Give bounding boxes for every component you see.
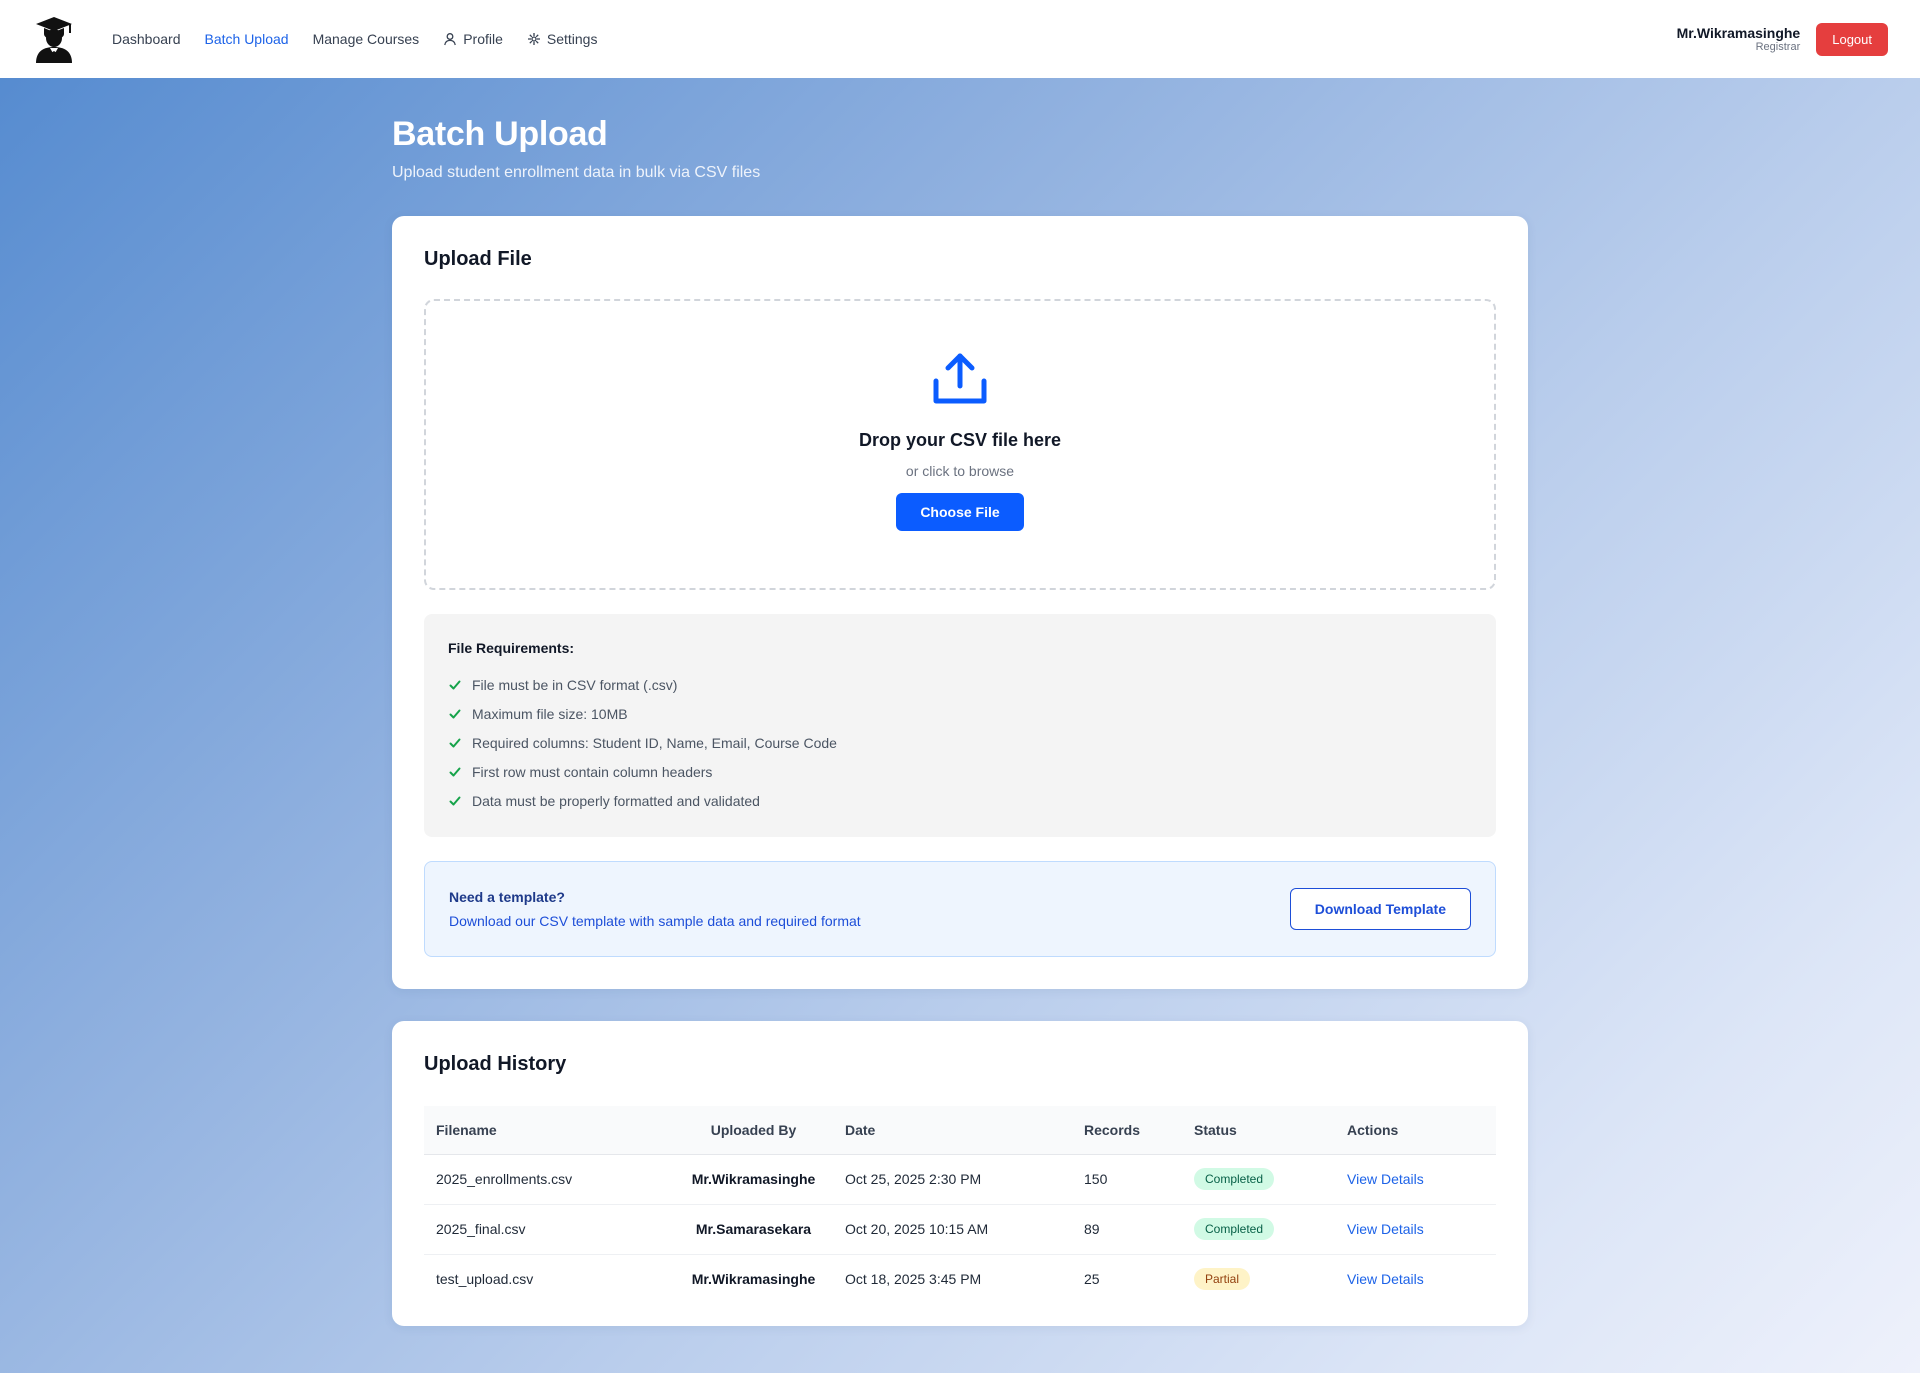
requirement-item: File must be in CSV format (.csv)	[448, 670, 1472, 699]
cell-filename: 2025_final.csv	[424, 1204, 674, 1255]
table-row: 2025_final.csv Mr.Samarasekara Oct 20, 2…	[424, 1204, 1496, 1255]
col-records: Records	[1072, 1106, 1182, 1155]
view-details-link[interactable]: View Details	[1347, 1271, 1424, 1287]
view-details-link[interactable]: View Details	[1347, 1171, 1424, 1187]
col-actions: Actions	[1335, 1106, 1496, 1155]
page-subtitle: Upload student enrollment data in bulk v…	[392, 164, 761, 181]
check-icon	[449, 680, 461, 689]
nav-dashboard-label: Dashboard	[112, 31, 181, 47]
cell-actions: View Details	[1335, 1254, 1496, 1304]
upload-history-table: Filename Uploaded By Date Records Status…	[424, 1106, 1496, 1304]
cell-uploaded-by: Mr.Samarasekara	[674, 1204, 833, 1255]
requirement-text: File must be in CSV format (.csv)	[472, 676, 678, 693]
cell-status: Completed	[1182, 1154, 1335, 1205]
cell-records: 89	[1072, 1204, 1182, 1255]
template-description: Download our CSV template with sample da…	[449, 913, 861, 929]
cell-actions: View Details	[1335, 1204, 1496, 1255]
upload-icon	[931, 351, 989, 414]
col-date: Date	[833, 1106, 1072, 1155]
table-row: 2025_enrollments.csv Mr.Wikramasinghe Oc…	[424, 1154, 1496, 1205]
requirement-text: Maximum file size: 10MB	[472, 705, 628, 722]
page-content: Batch Upload Upload student enrollment d…	[392, 78, 1528, 1326]
table-row: test_upload.csv Mr.Wikramasinghe Oct 18,…	[424, 1254, 1496, 1304]
col-status: Status	[1182, 1106, 1335, 1155]
cell-date: Oct 25, 2025 2:30 PM	[833, 1154, 1072, 1205]
page-title: Batch Upload	[392, 115, 608, 153]
col-uploaded-by: Uploaded By	[674, 1106, 833, 1155]
status-badge: Completed	[1194, 1218, 1275, 1240]
requirement-text: Data must be properly formatted and vali…	[472, 792, 760, 809]
cell-uploaded-by: Mr.Wikramasinghe	[674, 1154, 833, 1205]
nav-settings-label: Settings	[546, 31, 598, 47]
requirement-item: Maximum file size: 10MB	[448, 699, 1472, 728]
cell-records: 25	[1084, 1271, 1100, 1288]
cell-date: Oct 20, 2025 10:15 AM	[833, 1204, 1072, 1255]
cell-status: Partial	[1182, 1254, 1335, 1304]
user-name: Mr.Wikramasinghe	[1676, 24, 1801, 41]
main-nav: Dashboard Batch Upload Manage Courses Pr…	[112, 31, 621, 47]
cell-uploaded-by: Mr.Wikramasinghe	[691, 1271, 816, 1288]
upload-card: Upload File Drop your CSV file here or c…	[392, 216, 1528, 989]
drop-subtitle: or click to browse	[905, 463, 1015, 479]
table-header-row: Filename Uploaded By Date Records Status…	[424, 1106, 1496, 1155]
template-text: Need a template? Download our CSV templa…	[449, 889, 861, 929]
nav-manage-courses-label: Manage Courses	[312, 31, 420, 47]
gear-icon	[527, 32, 541, 46]
requirement-item: Data must be properly formatted and vali…	[448, 786, 1472, 815]
template-callout: Need a template? Download our CSV templa…	[424, 861, 1496, 957]
col-filename: Filename	[424, 1106, 674, 1155]
nav-profile[interactable]: Profile	[443, 31, 503, 47]
upload-card-title: Upload File	[424, 248, 532, 270]
file-dropzone[interactable]: Drop your CSV file here or click to brow…	[424, 299, 1496, 590]
history-title: Upload History	[424, 1053, 567, 1075]
cell-records: 150	[1072, 1154, 1182, 1205]
choose-file-button[interactable]: Choose File	[896, 493, 1024, 531]
check-icon	[449, 738, 461, 747]
nav-profile-label: Profile	[463, 31, 503, 47]
drop-title: Drop your CSV file here	[858, 430, 1062, 450]
check-icon	[449, 709, 461, 718]
file-requirements: File Requirements: File must be in CSV f…	[424, 614, 1496, 837]
status-badge: Completed	[1194, 1168, 1275, 1190]
nav-manage-courses[interactable]: Manage Courses	[313, 31, 420, 47]
upload-history-card: Upload History Filename Uploaded By Date…	[392, 1021, 1528, 1326]
user-area: Mr.Wikramasinghe Registrar Logout	[1677, 0, 1888, 78]
cell-filename: test_upload.csv	[436, 1271, 534, 1288]
view-details-link[interactable]: View Details	[1347, 1221, 1424, 1237]
requirement-text: Required columns: Student ID, Name, Emai…	[472, 734, 837, 751]
download-template-button[interactable]: Download Template	[1289, 888, 1471, 930]
nav-batch-upload-label: Batch Upload	[204, 31, 289, 47]
cell-actions: View Details	[1335, 1154, 1496, 1205]
check-icon	[449, 796, 461, 805]
requirement-item: First row must contain column headers	[448, 757, 1472, 786]
user-icon	[443, 32, 457, 46]
check-icon	[449, 767, 461, 776]
status-badge: Partial	[1194, 1268, 1251, 1291]
top-navbar: Dashboard Batch Upload Manage Courses Pr…	[0, 0, 1920, 78]
requirements-title: File Requirements:	[448, 640, 575, 656]
graduate-logo-icon[interactable]	[32, 15, 76, 63]
requirement-item: Required columns: Student ID, Name, Emai…	[448, 728, 1472, 757]
cell-status: Completed	[1182, 1204, 1335, 1255]
cell-filename: 2025_enrollments.csv	[424, 1154, 674, 1205]
nav-batch-upload[interactable]: Batch Upload	[205, 31, 289, 47]
user-info: Mr.Wikramasinghe Registrar	[1677, 25, 1801, 54]
cell-date: Oct 18, 2025 3:45 PM	[845, 1271, 982, 1288]
nav-dashboard[interactable]: Dashboard	[112, 31, 181, 47]
requirement-text: First row must contain column headers	[472, 763, 713, 780]
nav-settings[interactable]: Settings	[527, 31, 598, 47]
requirements-list: File must be in CSV format (.csv) Maximu…	[448, 670, 1472, 815]
user-role: Registrar	[1755, 40, 1801, 53]
logout-button[interactable]: Logout	[1816, 22, 1888, 56]
template-title: Need a template?	[449, 889, 565, 905]
